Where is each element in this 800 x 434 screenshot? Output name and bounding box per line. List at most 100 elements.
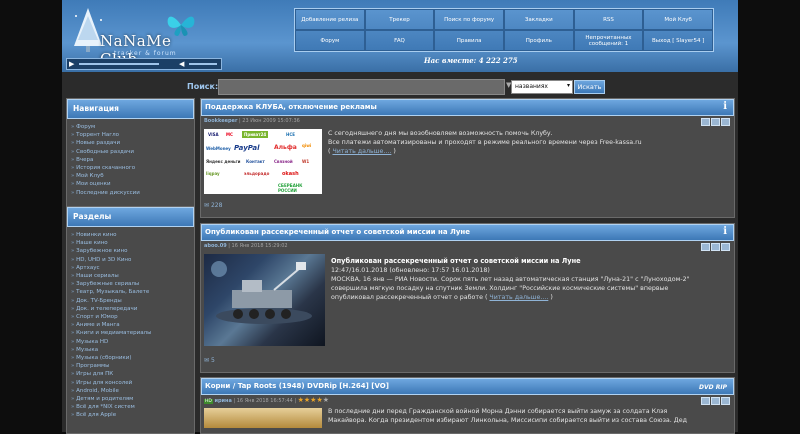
payment-logos-image: VISA MC Приват24 HCE WebMoney PayPal Аль…	[204, 129, 322, 194]
logo-kontakt: Контакт	[246, 159, 265, 164]
section-link[interactable]: Музыка HD	[71, 338, 190, 346]
nav-tracker[interactable]: Трекер	[364, 9, 435, 30]
edit-icon[interactable]	[711, 243, 720, 251]
post-paragraph: Все платежи автоматизированы и проходят …	[328, 139, 642, 146]
section-link[interactable]: Наши сериалы	[71, 272, 190, 280]
read-more-line: опубликовал рассекреченный отчет о работ…	[331, 294, 553, 301]
comment-icon[interactable]: ✉	[204, 357, 209, 364]
nav-link[interactable]: Последние дискуссии	[71, 189, 190, 197]
search-label: Поиск:	[187, 82, 219, 91]
logo-yandex-money: Яндекс деньги	[206, 159, 241, 164]
quote-icon[interactable]	[701, 243, 710, 251]
post-author[interactable]: ирина	[214, 398, 231, 404]
info-icon: i	[723, 101, 727, 112]
read-more-line: ( Читать дальше.... )	[328, 148, 396, 155]
post-author[interactable]: Bookkeeper	[204, 118, 237, 124]
search-input[interactable]	[218, 79, 505, 95]
seek-slider[interactable]	[79, 63, 159, 65]
section-link[interactable]: Игры для ПК	[71, 370, 190, 378]
comment-count[interactable]: 5	[211, 357, 215, 364]
nav-my-club[interactable]: Мой Клуб	[643, 9, 713, 30]
logo-eldorado: эльдорадо	[244, 171, 270, 176]
nav-unread[interactable]: Непрочитанных сообщений: 1	[573, 30, 644, 51]
section-link[interactable]: Артхаус	[71, 264, 190, 272]
post-paragraph: опубликовал рассекреченный отчет о работ…	[331, 294, 483, 301]
post-title[interactable]: Опубликован рассекреченный отчет о совет…	[201, 224, 734, 241]
section-link[interactable]: Док. TV-Бренды	[71, 297, 190, 305]
post-meta: aboo.09 | 16 Янв 2018 15:29:02	[201, 241, 734, 251]
post-title-text[interactable]: Корни / Tap Roots (1948) DVDRip [H.264] …	[205, 382, 389, 390]
quote-icon[interactable]	[701, 397, 710, 405]
section-link[interactable]: Новинки кино	[71, 231, 190, 239]
post-body: VISA MC Приват24 HCE WebMoney PayPal Аль…	[201, 126, 734, 216]
nav-link[interactable]: Мой Клуб	[71, 172, 190, 180]
logo-okash: okash	[282, 171, 299, 177]
nav-forum[interactable]: Форум	[295, 30, 365, 51]
nav-link[interactable]: Новые раздачи	[71, 139, 190, 147]
search-bar: Поиск: ▼ названиях ▾ Искать	[62, 78, 738, 96]
nav-add-release[interactable]: Добавление релиза	[295, 9, 365, 30]
volume-slider[interactable]	[189, 63, 217, 65]
post-title[interactable]: Корни / Tap Roots (1948) DVDRip [H.264] …	[201, 378, 734, 395]
nav-logout[interactable]: Выход [ Slayer54 ]	[643, 30, 713, 51]
post-author[interactable]: aboo.09	[204, 243, 227, 249]
logo-svyaznoy: Связной	[274, 159, 293, 164]
section-link[interactable]: Зарубежное кино	[71, 247, 190, 255]
nav-link[interactable]: Вчера	[71, 156, 190, 164]
post-title-text[interactable]: Опубликован рассекреченный отчет о совет…	[205, 228, 470, 236]
section-link[interactable]: Всё для *NIX систем	[71, 403, 190, 411]
section-link[interactable]: Аниме и Манга	[71, 321, 190, 329]
search-scope-select[interactable]: названиях ▾	[511, 80, 573, 94]
nav-link[interactable]: Мои оценки	[71, 180, 190, 188]
section-link[interactable]: HD, UHD и 3D Кино	[71, 256, 190, 264]
read-more-link[interactable]: Читать дальше....	[489, 294, 548, 301]
post-title[interactable]: Поддержка КЛУБА, отключение рекламы i	[201, 99, 734, 116]
nav-link[interactable]: Форум	[71, 123, 190, 131]
post-title-text[interactable]: Поддержка КЛУБА, отключение рекламы	[205, 103, 377, 111]
lunokhod-icon	[211, 261, 312, 324]
read-more-link[interactable]: Читать дальше....	[332, 148, 391, 155]
post-text: В последние дни перед Гражданской войной…	[328, 407, 728, 425]
section-link[interactable]: Книги и медиаматериалы	[71, 329, 190, 337]
logo[interactable]: NaNaMe Club tracker & forum	[62, 0, 202, 68]
logo-subtitle: tracker & forum	[114, 50, 177, 57]
post-text: С сегодняшнего дня мы возобновляем возмо…	[328, 129, 728, 156]
report-icon[interactable]	[721, 118, 730, 126]
navigation-block: Навигация Форум Торрент Нагло Новые разд…	[66, 98, 195, 207]
section-link[interactable]: Игры для консолей	[71, 379, 190, 387]
edit-icon[interactable]	[711, 397, 720, 405]
nav-link[interactable]: Торрент Нагло	[71, 131, 190, 139]
section-link[interactable]: Театр, Музыкаль, Балете	[71, 288, 190, 296]
play-icon[interactable]: ▶	[69, 60, 74, 68]
dvd-rip-badge: DVD RIP	[699, 384, 727, 391]
section-link[interactable]: Наше кино	[71, 239, 190, 247]
section-link[interactable]: Спорт и Юмор	[71, 313, 190, 321]
nav-faq[interactable]: FAQ	[364, 30, 435, 51]
report-icon[interactable]	[721, 397, 730, 405]
section-link[interactable]: Android, Mobile	[71, 387, 190, 395]
section-link[interactable]: Зарубежные сериалы	[71, 280, 190, 288]
nav-bookmarks[interactable]: Закладки	[503, 9, 574, 30]
search-button[interactable]: Искать	[574, 80, 605, 94]
comment-icon[interactable]: ✉	[204, 202, 209, 209]
nav-forum-search[interactable]: Поиск по форуму	[434, 9, 504, 30]
logo-liqpay: liqpay	[206, 171, 220, 176]
section-link[interactable]: Док. и телепередачи	[71, 305, 190, 313]
nav-link[interactable]: Свободные раздачи	[71, 148, 190, 156]
section-link[interactable]: Музыка (сборники)	[71, 354, 190, 362]
nav-rules[interactable]: Правила	[434, 30, 504, 51]
edit-icon[interactable]	[711, 118, 720, 126]
section-link[interactable]: Музыка	[71, 346, 190, 354]
nav-link[interactable]: История скачанного	[71, 164, 190, 172]
comment-count[interactable]: 228	[211, 202, 222, 209]
volume-icon[interactable]: ◀	[179, 60, 184, 68]
post-actions	[701, 243, 730, 251]
nav-profile[interactable]: Профиль	[503, 30, 574, 51]
nav-rss[interactable]: RSS	[573, 9, 644, 30]
section-link[interactable]: Детям и родителям	[71, 395, 190, 403]
report-icon[interactable]	[721, 243, 730, 251]
rating-star-empty: ★	[322, 396, 330, 404]
section-link[interactable]: Программы	[71, 362, 190, 370]
quote-icon[interactable]	[701, 118, 710, 126]
section-link[interactable]: Всё для Apple	[71, 411, 190, 419]
